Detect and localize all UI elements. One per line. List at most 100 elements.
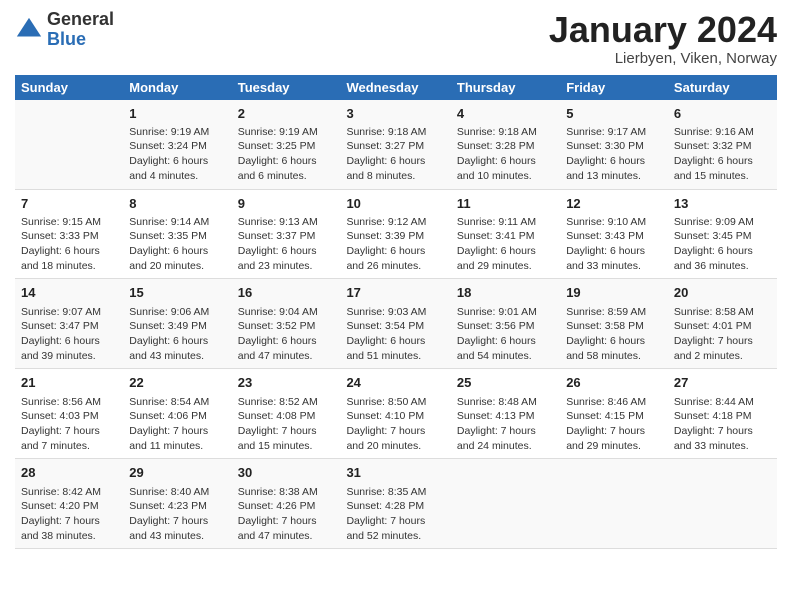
- day-info: Sunrise: 8:50 AMSunset: 4:10 PMDaylight:…: [346, 395, 444, 454]
- calendar-cell: 30 Sunrise: 8:38 AMSunset: 4:26 PMDayligh…: [232, 459, 341, 549]
- calendar-header: SundayMondayTuesdayWednesdayThursdayFrid…: [15, 75, 777, 100]
- day-info: Sunrise: 9:12 AMSunset: 3:39 PMDaylight:…: [346, 215, 444, 274]
- day-number: 16: [238, 284, 335, 302]
- day-number: 8: [129, 195, 225, 213]
- week-row-5: 28Sunrise: 8:42 AMSunset: 4:20 PMDayligh…: [15, 459, 777, 549]
- day-info: Sunrise: 9:03 AMSunset: 3:54 PMDaylight:…: [346, 305, 444, 364]
- day-number: 12: [566, 195, 662, 213]
- day-number: 11: [457, 195, 554, 213]
- weekday-header-sunday: Sunday: [15, 75, 123, 100]
- day-info: Sunrise: 8:59 AMSunset: 3:58 PMDaylight:…: [566, 305, 662, 364]
- calendar-cell: 23Sunrise: 8:52 AMSunset: 4:08 PMDayligh…: [232, 369, 341, 459]
- weekday-header-thursday: Thursday: [451, 75, 560, 100]
- calendar-cell: 1 Sunrise: 9:19 AMSunset: 3:24 PMDaylight…: [123, 100, 231, 189]
- day-info: Sunrise: 9:17 AMSunset: 3:30 PMDaylight:…: [566, 125, 662, 184]
- logo-blue: Blue: [47, 30, 114, 50]
- day-number: 4: [457, 105, 554, 123]
- weekday-header-saturday: Saturday: [668, 75, 777, 100]
- day-number: 26: [566, 374, 662, 392]
- calendar-cell: 21 Sunrise: 8:56 AMSunset: 4:03 PMDayligh…: [15, 369, 123, 459]
- day-info: Sunrise: 9:19 AMSunset: 3:24 PMDaylight:…: [129, 125, 225, 184]
- day-info: Sunrise: 8:48 AMSunset: 4:13 PMDaylight:…: [457, 395, 554, 454]
- month-title: January 2024: [549, 10, 777, 50]
- calendar-body: 1 Sunrise: 9:19 AMSunset: 3:24 PMDaylight…: [15, 100, 777, 549]
- calendar-cell: 7Sunrise: 9:15 AMSunset: 3:33 PMDaylight…: [15, 189, 123, 279]
- logo-general: General: [47, 10, 114, 30]
- day-info: Sunrise: 8:46 AMSunset: 4:15 PMDaylight:…: [566, 395, 662, 454]
- day-number: 22: [129, 374, 225, 392]
- day-info: Sunrise: 9:14 AMSunset: 3:35 PMDaylight:…: [129, 215, 225, 274]
- calendar-table: SundayMondayTuesdayWednesdayThursdayFrid…: [15, 75, 777, 550]
- day-info: Sunrise: 9:11 AMSunset: 3:41 PMDaylight:…: [457, 215, 554, 274]
- day-info: Sunrise: 9:07 AMSunset: 3:47 PMDaylight:…: [21, 305, 117, 364]
- calendar-cell: 13Sunrise: 9:09 AMSunset: 3:45 PMDayligh…: [668, 189, 777, 279]
- day-info: Sunrise: 9:13 AMSunset: 3:37 PMDaylight:…: [238, 215, 335, 274]
- day-number: 17: [346, 284, 444, 302]
- day-number: 13: [674, 195, 771, 213]
- logo: General Blue: [15, 10, 114, 50]
- day-number: 21: [21, 374, 117, 392]
- day-number: 29: [129, 464, 225, 482]
- logo-icon: [15, 16, 43, 44]
- day-number: 18: [457, 284, 554, 302]
- week-row-4: 21 Sunrise: 8:56 AMSunset: 4:03 PMDayligh…: [15, 369, 777, 459]
- calendar-cell: 4Sunrise: 9:18 AMSunset: 3:28 PMDaylight…: [451, 100, 560, 189]
- day-info: Sunrise: 9:10 AMSunset: 3:43 PMDaylight:…: [566, 215, 662, 274]
- day-info: Sunrise: 9:19 AMSunset: 3:25 PMDaylight:…: [238, 125, 335, 184]
- day-number: 30: [238, 464, 335, 482]
- day-number: 23: [238, 374, 335, 392]
- week-row-3: 14 Sunrise: 9:07 AMSunset: 3:47 PMDayligh…: [15, 279, 777, 369]
- calendar-cell: 16 Sunrise: 9:04 AMSunset: 3:52 PMDayligh…: [232, 279, 341, 369]
- calendar-cell: [668, 459, 777, 549]
- day-info: Sunrise: 9:06 AMSunset: 3:49 PMDaylight:…: [129, 305, 225, 364]
- calendar-cell: 14 Sunrise: 9:07 AMSunset: 3:47 PMDayligh…: [15, 279, 123, 369]
- day-number: 3: [346, 105, 444, 123]
- calendar-cell: 29 Sunrise: 8:40 AMSunset: 4:23 PMDayligh…: [123, 459, 231, 549]
- day-number: 24: [346, 374, 444, 392]
- logo-text: General Blue: [47, 10, 114, 50]
- day-number: 15: [129, 284, 225, 302]
- day-info: Sunrise: 9:18 AMSunset: 3:27 PMDaylight:…: [346, 125, 444, 184]
- day-info: Sunrise: 8:56 AMSunset: 4:03 PMDaylight:…: [21, 395, 117, 454]
- calendar-cell: 28Sunrise: 8:42 AMSunset: 4:20 PMDayligh…: [15, 459, 123, 549]
- day-number: 19: [566, 284, 662, 302]
- day-info: Sunrise: 9:04 AMSunset: 3:52 PMDaylight:…: [238, 305, 335, 364]
- day-info: Sunrise: 9:01 AMSunset: 3:56 PMDaylight:…: [457, 305, 554, 364]
- weekday-header-tuesday: Tuesday: [232, 75, 341, 100]
- calendar-cell: 31 Sunrise: 8:35 AMSunset: 4:28 PMDayligh…: [340, 459, 450, 549]
- calendar-cell: 5Sunrise: 9:17 AMSunset: 3:30 PMDaylight…: [560, 100, 668, 189]
- calendar-cell: 10 Sunrise: 9:12 AMSunset: 3:39 PMDayligh…: [340, 189, 450, 279]
- day-info: Sunrise: 8:40 AMSunset: 4:23 PMDaylight:…: [129, 485, 225, 544]
- week-row-2: 7Sunrise: 9:15 AMSunset: 3:33 PMDaylight…: [15, 189, 777, 279]
- calendar-cell: 8 Sunrise: 9:14 AMSunset: 3:35 PMDaylight…: [123, 189, 231, 279]
- day-number: 14: [21, 284, 117, 302]
- day-number: 28: [21, 464, 117, 482]
- calendar-cell: 11 Sunrise: 9:11 AMSunset: 3:41 PMDayligh…: [451, 189, 560, 279]
- day-info: Sunrise: 8:35 AMSunset: 4:28 PMDaylight:…: [346, 485, 444, 544]
- calendar-cell: 2Sunrise: 9:19 AMSunset: 3:25 PMDaylight…: [232, 100, 341, 189]
- calendar-cell: [15, 100, 123, 189]
- day-number: 25: [457, 374, 554, 392]
- day-number: 31: [346, 464, 444, 482]
- calendar-cell: [560, 459, 668, 549]
- weekday-header-friday: Friday: [560, 75, 668, 100]
- calendar-cell: 22 Sunrise: 8:54 AMSunset: 4:06 PMDayligh…: [123, 369, 231, 459]
- day-number: 6: [674, 105, 771, 123]
- page-header: General Blue January 2024 Lierbyen, Vike…: [15, 10, 777, 67]
- calendar-cell: 26 Sunrise: 8:46 AMSunset: 4:15 PMDayligh…: [560, 369, 668, 459]
- calendar-cell: 6Sunrise: 9:16 AMSunset: 3:32 PMDaylight…: [668, 100, 777, 189]
- calendar-cell: 12 Sunrise: 9:10 AMSunset: 3:43 PMDayligh…: [560, 189, 668, 279]
- calendar-cell: 27Sunrise: 8:44 AMSunset: 4:18 PMDayligh…: [668, 369, 777, 459]
- day-info: Sunrise: 8:38 AMSunset: 4:26 PMDaylight:…: [238, 485, 335, 544]
- day-info: Sunrise: 8:54 AMSunset: 4:06 PMDaylight:…: [129, 395, 225, 454]
- calendar-cell: 25 Sunrise: 8:48 AMSunset: 4:13 PMDayligh…: [451, 369, 560, 459]
- calendar-cell: 9Sunrise: 9:13 AMSunset: 3:37 PMDaylight…: [232, 189, 341, 279]
- calendar-cell: 15 Sunrise: 9:06 AMSunset: 3:49 PMDayligh…: [123, 279, 231, 369]
- calendar-cell: 17 Sunrise: 9:03 AMSunset: 3:54 PMDayligh…: [340, 279, 450, 369]
- weekday-header-monday: Monday: [123, 75, 231, 100]
- day-number: 10: [346, 195, 444, 213]
- day-number: 27: [674, 374, 771, 392]
- week-row-1: 1 Sunrise: 9:19 AMSunset: 3:24 PMDaylight…: [15, 100, 777, 189]
- day-number: 1: [129, 105, 225, 123]
- calendar-cell: 24 Sunrise: 8:50 AMSunset: 4:10 PMDayligh…: [340, 369, 450, 459]
